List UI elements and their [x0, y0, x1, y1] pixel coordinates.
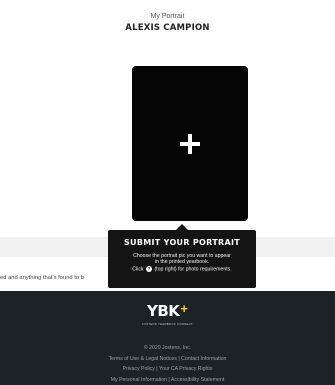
personal-info-link[interactable]: My Personal Information: [111, 377, 167, 383]
tooltip-caret: [176, 224, 188, 230]
page-header: My Portrait ALEXIS CAMPION: [0, 12, 335, 33]
site-footer: YBK+ JOSTENS YEARBOOK CONNECT © 2020 Jos…: [0, 291, 335, 385]
info-text: ed and anything that's found to b: [0, 275, 84, 281]
ybk-logo[interactable]: YBK+ JOSTENS YEARBOOK CONNECT: [0, 301, 335, 326]
contact-link[interactable]: Contact Information: [181, 356, 226, 362]
logo-mark: YBK+: [146, 301, 188, 321]
terms-link[interactable]: Terms of Use & Legal Notices: [109, 356, 177, 362]
copyright-text: © 2020 Jostens, Inc.: [143, 345, 192, 351]
tooltip-title: SUBMIT YOUR PORTRAIT: [124, 238, 240, 247]
footer-line-privacy: Privacy Policy | Your CA Privacy Rights: [0, 364, 335, 375]
plus-icon: [180, 134, 200, 154]
info-icon: ?: [145, 265, 152, 272]
ca-privacy-link[interactable]: Your CA Privacy Rights: [159, 366, 212, 372]
tooltip-line-3-start: Click: [132, 265, 144, 272]
submit-portrait-tooltip: SUBMIT YOUR PORTRAIT Choose the portrait…: [108, 224, 256, 288]
copyright-line: © 2020 Jostens, Inc.: [0, 343, 335, 354]
tooltip-line-3-end: (top right) for photo requirements.: [154, 265, 232, 272]
logo-plus-icon: +: [180, 301, 188, 316]
page-subtitle: My Portrait: [150, 13, 185, 20]
tooltip-body: Choose the portrait pic you want to appe…: [108, 253, 256, 272]
footer-line-personal: My Personal Information | Accessibility …: [0, 375, 335, 385]
student-name: ALEXIS CAMPION: [125, 23, 210, 33]
footer-line-terms: Terms of Use & Legal Notices | Contact I…: [0, 354, 335, 365]
tooltip-line-2: in the printed yearbook.: [154, 259, 210, 266]
tooltip-line-1: Choose the portrait pic you want to appe…: [133, 253, 231, 259]
logo-text: YBK: [146, 302, 180, 320]
footer-links: © 2020 Jostens, Inc. Terms of Use & Lega…: [0, 343, 335, 385]
accessibility-link[interactable]: Accessibility Statement: [171, 377, 224, 383]
privacy-link[interactable]: Privacy Policy: [123, 366, 155, 372]
portrait-upload-button[interactable]: [132, 66, 248, 221]
logo-tagline: JOSTENS YEARBOOK CONNECT: [141, 322, 194, 326]
